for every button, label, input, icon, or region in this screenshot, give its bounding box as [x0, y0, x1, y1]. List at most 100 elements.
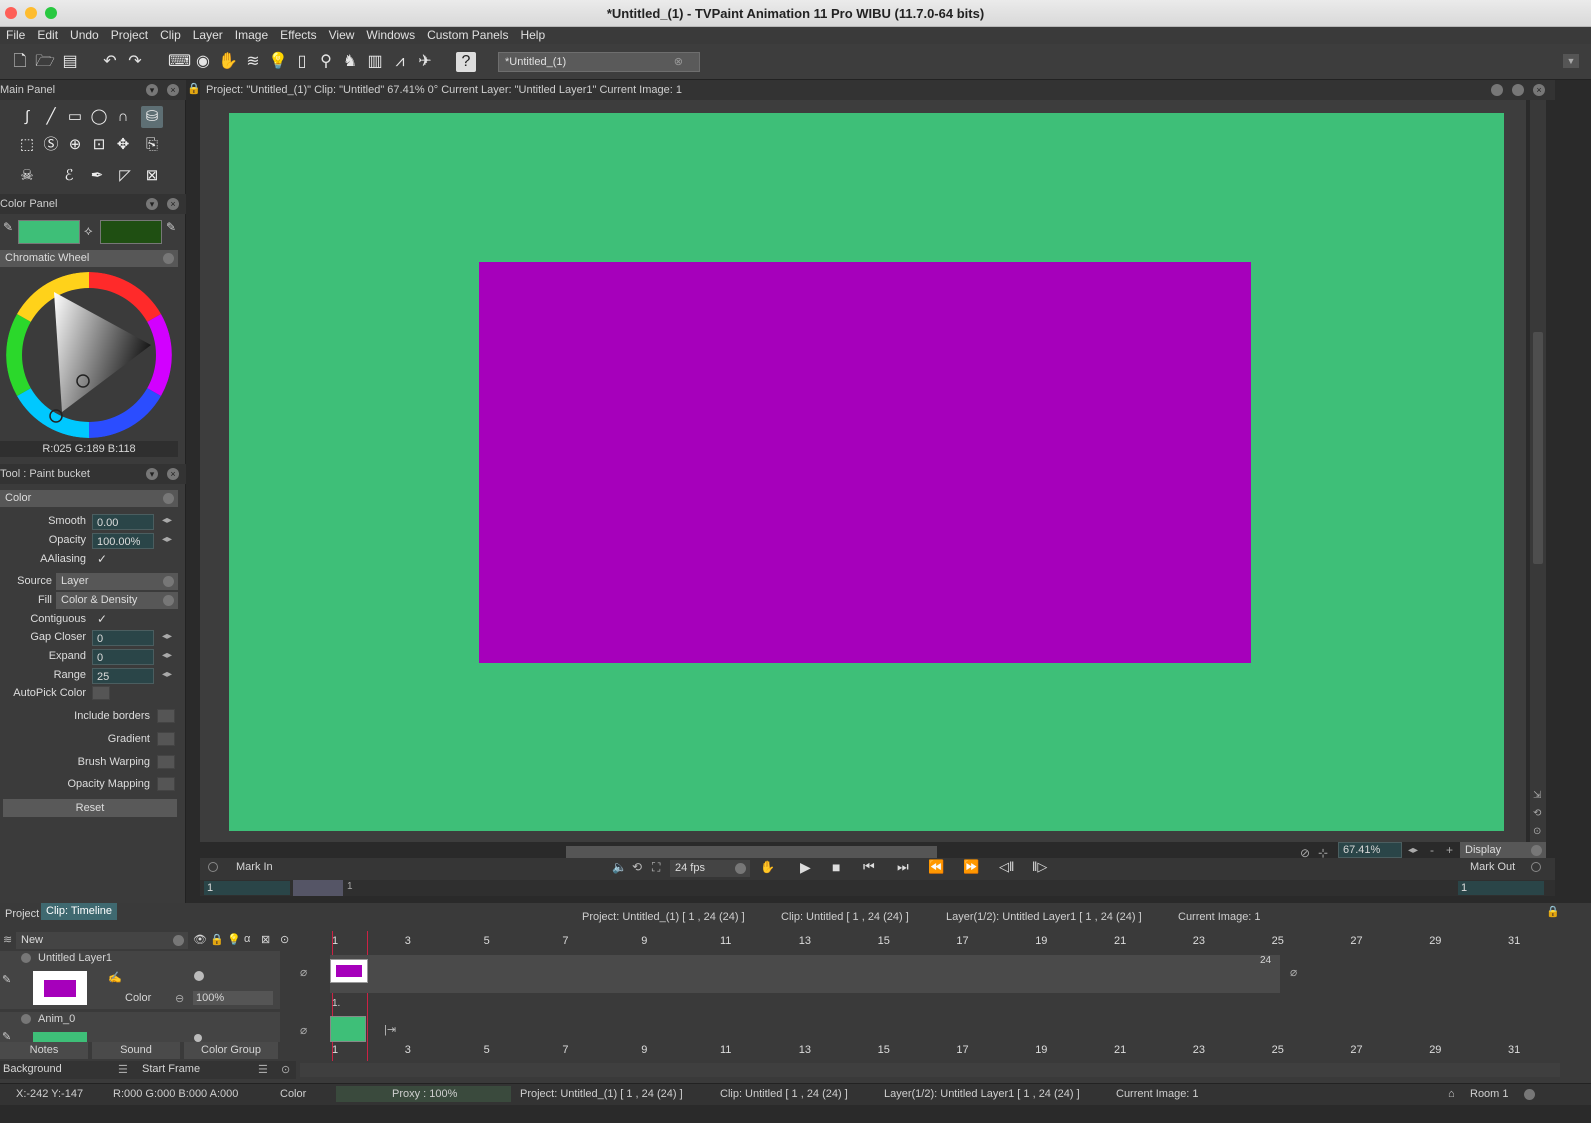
- crop-tool-icon[interactable]: ⊡: [88, 134, 110, 156]
- panel-close-icon[interactable]: ×: [167, 468, 179, 480]
- tab-color-group[interactable]: Color Group: [184, 1042, 278, 1059]
- menu-edit[interactable]: Edit: [31, 27, 64, 44]
- transform-tool-icon[interactable]: ✥: [112, 134, 134, 156]
- previous-frame-button[interactable]: ⏪: [928, 859, 944, 875]
- opacity-stepper-icon[interactable]: ◂▸: [162, 534, 172, 545]
- menu-project[interactable]: Project: [105, 27, 154, 44]
- line-tool-icon[interactable]: ╱: [40, 106, 62, 128]
- view-close-icon[interactable]: ×: [1533, 84, 1545, 96]
- expand-field[interactable]: 0: [92, 649, 154, 665]
- new-layer-dropdown[interactable]: New: [16, 932, 188, 949]
- step-forward-button[interactable]: ‖▷: [1032, 859, 1047, 875]
- stop-button[interactable]: ■: [832, 859, 840, 875]
- lock-icon[interactable]: 🔒: [187, 82, 201, 95]
- selection-tool-icon[interactable]: ⬚: [16, 134, 38, 156]
- library-icon[interactable]: ▥: [365, 52, 385, 72]
- mark-out-toggle[interactable]: [1531, 862, 1541, 872]
- menu-layer[interactable]: Layer: [187, 27, 229, 44]
- layer-name[interactable]: Anim_0: [38, 1013, 75, 1025]
- send-icon[interactable]: ✈: [415, 52, 435, 72]
- range-field[interactable]: 25: [92, 668, 154, 684]
- layer-track[interactable]: 24 1.: [330, 955, 1280, 1009]
- room-label[interactable]: Room 1: [1470, 1088, 1509, 1100]
- tool-mode-dropdown[interactable]: Color: [0, 490, 178, 507]
- step-back-button[interactable]: ◁‖: [999, 859, 1014, 875]
- go-to-start-button[interactable]: ⏮: [863, 859, 875, 875]
- contiguous-checkbox[interactable]: ✓: [97, 612, 107, 626]
- gradient-checkbox[interactable]: [157, 732, 175, 746]
- menu-clip[interactable]: Clip: [154, 27, 187, 44]
- exposure-off-icon[interactable]: ⌀: [300, 1023, 307, 1037]
- menu-undo[interactable]: Undo: [64, 27, 105, 44]
- eyedropper-icon[interactable]: ✎: [3, 220, 13, 234]
- reset-button[interactable]: Reset: [3, 799, 177, 817]
- help-icon[interactable]: ?: [456, 52, 476, 72]
- magic-selection-tool-icon[interactable]: Ⓢ: [40, 134, 62, 156]
- new-document-icon[interactable]: 🗋: [10, 52, 30, 72]
- exposure-end-icon[interactable]: ⌀: [1290, 965, 1297, 979]
- layer-opacity-field[interactable]: 100%: [193, 991, 273, 1005]
- zoom-out-icon[interactable]: -: [1430, 843, 1434, 857]
- include-borders-checkbox[interactable]: [157, 709, 175, 723]
- collapse-icon[interactable]: [21, 1014, 31, 1024]
- tab-project[interactable]: Project: [0, 906, 44, 923]
- menu-effects[interactable]: Effects: [274, 27, 322, 44]
- chart-icon[interactable]: ⩘: [390, 52, 410, 72]
- opacity-dot-icon[interactable]: [194, 971, 204, 981]
- puppet-icon[interactable]: ♞: [340, 52, 360, 72]
- view-menu-icon[interactable]: [1491, 84, 1503, 96]
- open-folder-icon[interactable]: 🗁: [35, 52, 55, 72]
- reset-view-icon[interactable]: ⊙: [1533, 826, 1541, 837]
- vertical-scrollbar[interactable]: [1530, 100, 1546, 842]
- panel-close-icon[interactable]: ×: [167, 198, 179, 210]
- room-dropdown-icon[interactable]: [1524, 1089, 1535, 1100]
- mask-icon[interactable]: ⊠: [261, 933, 270, 946]
- mark-in-toggle[interactable]: [208, 862, 218, 872]
- background-options-icon[interactable]: ☰: [118, 1063, 128, 1076]
- menu-image[interactable]: Image: [229, 27, 274, 44]
- eyedropper-icon[interactable]: ✎: [166, 220, 176, 234]
- menu-file[interactable]: File: [0, 27, 31, 44]
- lasso-tool-icon[interactable]: ℰ: [58, 165, 80, 187]
- blend-mode-icon[interactable]: ⊖: [175, 992, 184, 1005]
- secondary-color-swatch[interactable]: [100, 220, 162, 244]
- end-frame-field[interactable]: 1: [1458, 881, 1544, 895]
- source-dropdown[interactable]: Layer: [56, 573, 178, 590]
- opacity-field[interactable]: 100.00%: [92, 533, 154, 549]
- tab-clip-timeline[interactable]: Clip: Timeline: [41, 903, 118, 920]
- panel-menu-icon[interactable]: ▾: [146, 468, 158, 480]
- menu-view[interactable]: View: [323, 27, 361, 44]
- exposure-off-icon[interactable]: ⌀: [300, 965, 307, 979]
- freehand-tool-icon[interactable]: ∫: [16, 106, 38, 128]
- tab-notes[interactable]: Notes: [0, 1042, 88, 1059]
- mini-frame-ruler[interactable]: 1 1 1: [200, 880, 1555, 896]
- search-icon[interactable]: ⚲: [316, 52, 336, 72]
- zoom-field[interactable]: 67.41%: [1338, 842, 1402, 858]
- gap-closer-field[interactable]: 0: [92, 630, 154, 646]
- loop-icon[interactable]: ⟲: [632, 860, 642, 874]
- gap-closer-stepper-icon[interactable]: ◂▸: [162, 631, 172, 642]
- current-frame-marker[interactable]: [293, 880, 343, 896]
- play-button[interactable]: ▶: [800, 859, 811, 876]
- view-minimize-icon[interactable]: [1512, 84, 1524, 96]
- layer-name[interactable]: Untitled Layer1: [38, 952, 112, 964]
- timer-icon[interactable]: ⊙: [281, 1063, 290, 1076]
- smooth-field[interactable]: 0.00: [92, 514, 154, 530]
- vertical-scrollbar-thumb[interactable]: [1533, 332, 1543, 564]
- warp-tool-icon[interactable]: ⊕: [64, 134, 86, 156]
- frame-cell-thumbnail[interactable]: [330, 1016, 366, 1042]
- blend-mode-label[interactable]: Color: [125, 992, 151, 1004]
- tab-sound[interactable]: Sound: [92, 1042, 180, 1059]
- close-tab-icon[interactable]: ⊗: [674, 53, 683, 71]
- pen-tool-icon[interactable]: ✒: [86, 165, 108, 187]
- layer-row[interactable]: Anim_0 ✎: [0, 1012, 280, 1043]
- zoom-in-icon[interactable]: +: [1446, 843, 1453, 857]
- ruler-tool-icon[interactable]: ◸: [114, 165, 136, 187]
- frame-ruler-top[interactable]: 1 3 5 7 9 11 13 15 17 19 21 23 25 27 29 31: [330, 935, 1560, 949]
- opacity-dot-icon[interactable]: [194, 1034, 202, 1042]
- menu-windows[interactable]: Windows: [360, 27, 421, 44]
- color-wheel-icon[interactable]: ◉: [193, 52, 213, 72]
- collapse-icon[interactable]: [21, 953, 31, 963]
- visibility-icon[interactable]: 👁: [193, 933, 207, 946]
- brush-icon[interactable]: ✍: [108, 971, 122, 984]
